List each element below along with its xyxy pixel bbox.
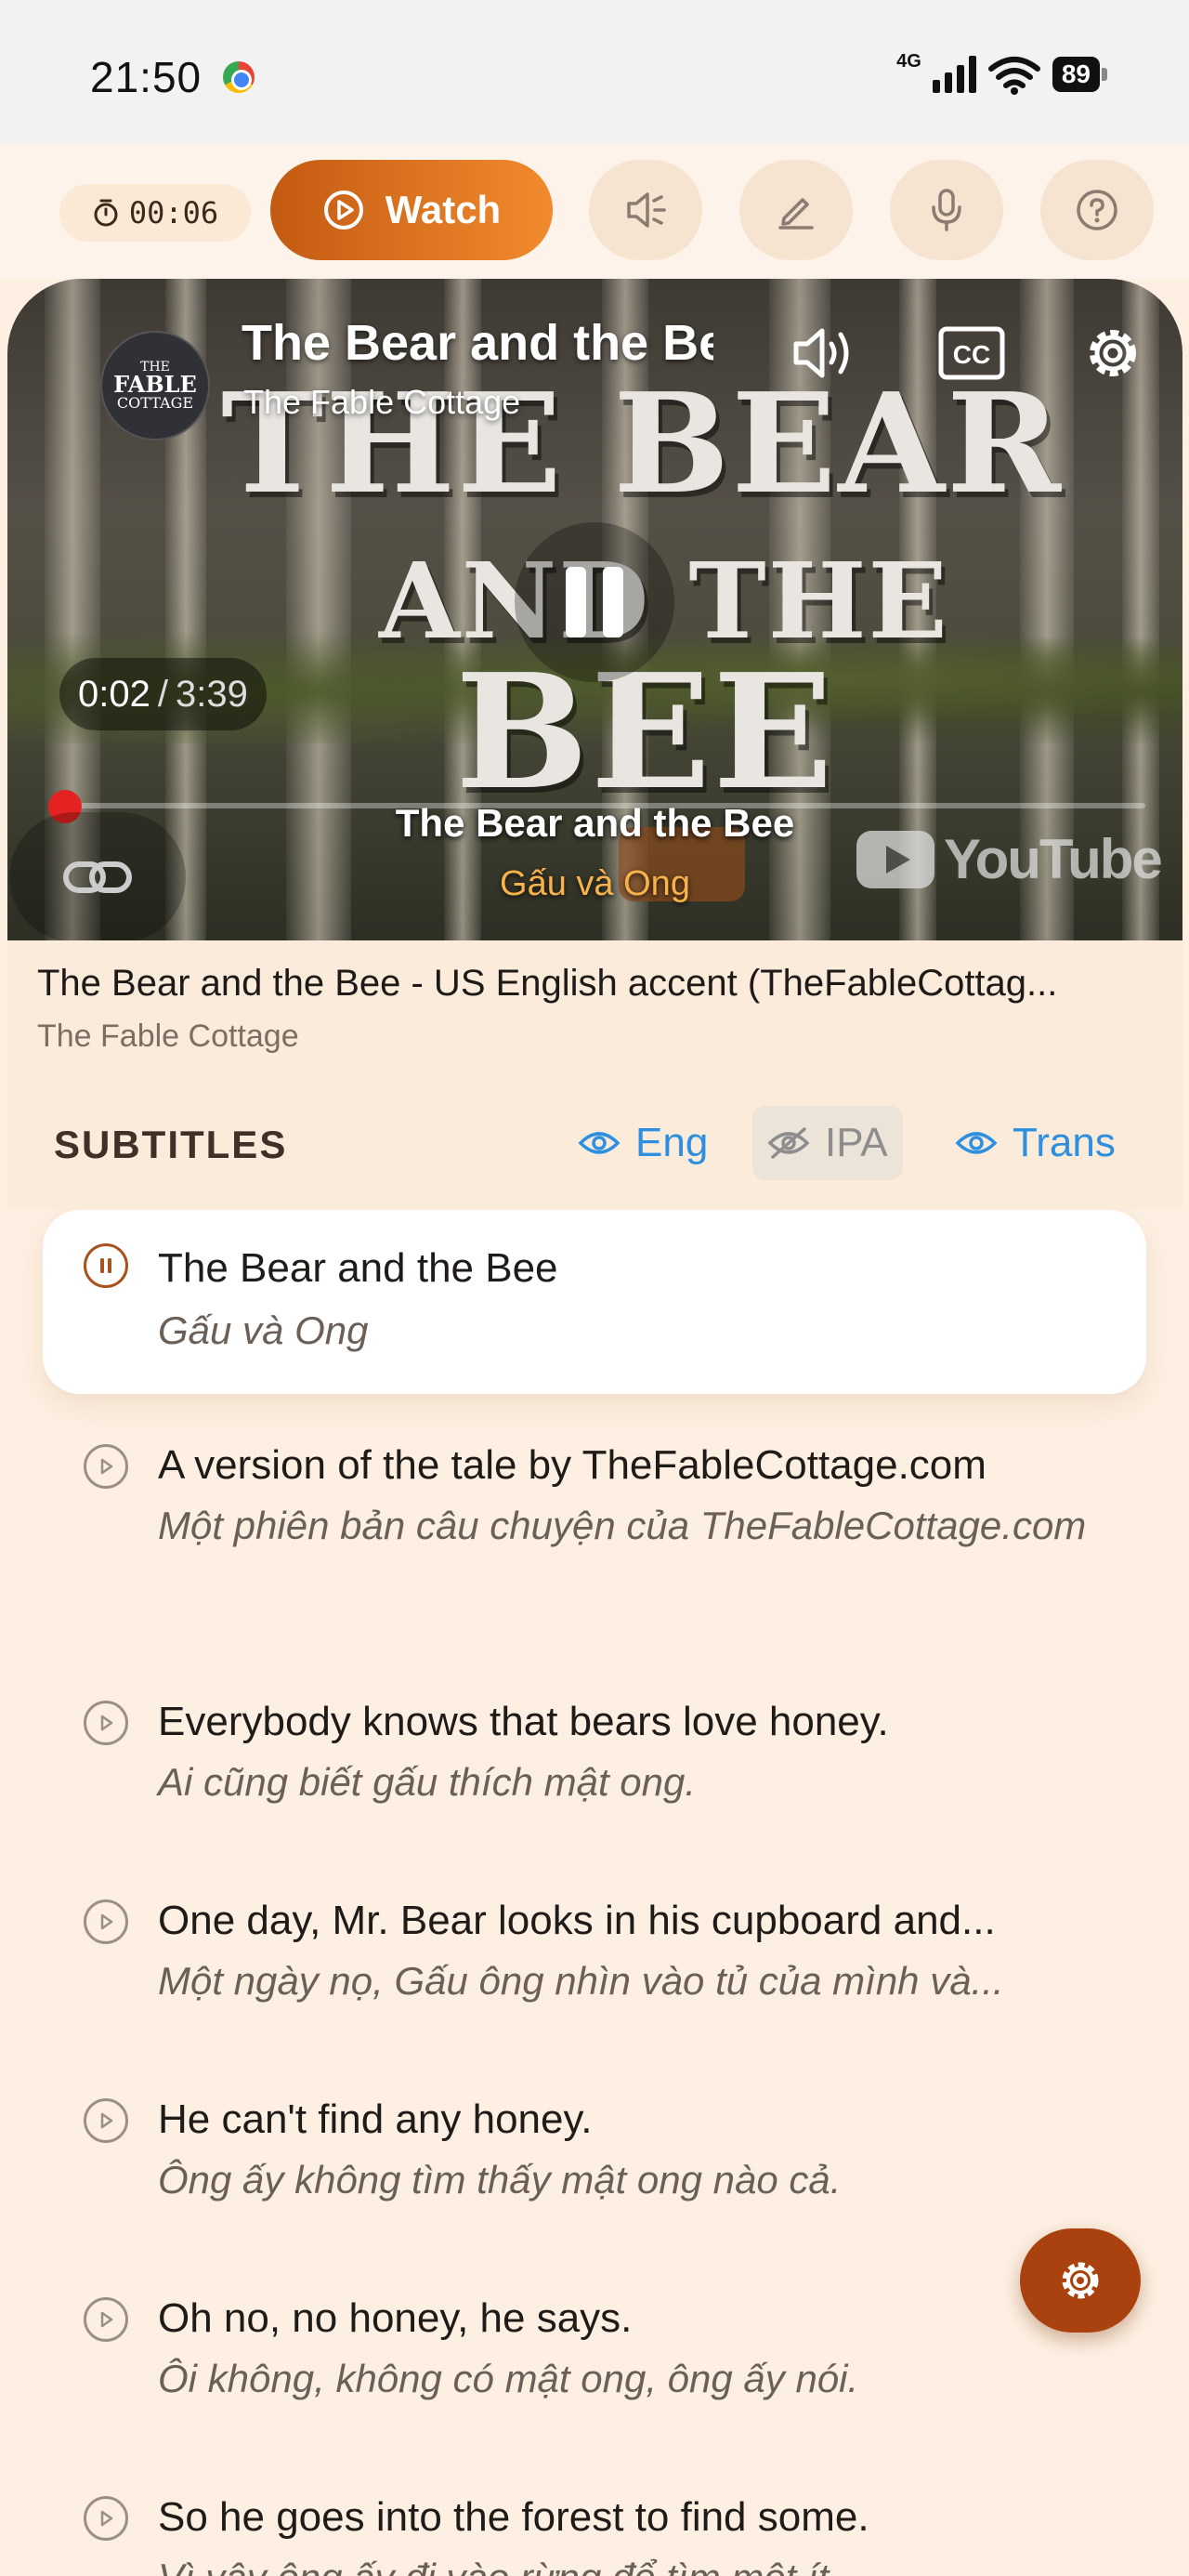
pause-line-icon[interactable] (84, 1243, 128, 1288)
eye-off-icon (767, 1127, 810, 1159)
eye-icon (955, 1132, 998, 1154)
channel-avatar[interactable]: THE FABLE COTTAGE (100, 331, 210, 440)
duration: 3:39 (175, 673, 248, 715)
play-line-icon[interactable] (84, 2098, 128, 2143)
microphone-icon (932, 189, 961, 231)
watch-label: Watch (385, 188, 502, 231)
subtitle-translation: Một phiên bản câu chuyện của TheFableCot… (158, 1504, 1087, 1547)
svg-text:CC: CC (953, 340, 990, 369)
youtube-logo[interactable]: YouTube (856, 827, 1163, 891)
video-info: The Bear and the Bee - US English accent… (7, 940, 1182, 1210)
status-indicators: 4G 89 (896, 50, 1108, 95)
pencil-icon (778, 198, 814, 230)
playback-time: 0:02 / 3:39 (59, 658, 267, 730)
subtitle-translation: Ông ấy không tìm thấy mật ong nào cả. (158, 2158, 842, 2201)
video-info-channel: The Fable Cottage (37, 1019, 299, 1054)
edit-button[interactable] (739, 160, 853, 260)
subtitle-line[interactable]: Everybody knows that bears love honey. A… (43, 1686, 1146, 1834)
speaker-button[interactable] (589, 160, 702, 260)
subtitle-line[interactable]: The Bear and the Bee Gấu và Ong (43, 1210, 1146, 1394)
toggle-trans[interactable]: Trans (940, 1106, 1130, 1180)
subtitle-text: So he goes into the forest to find some. (158, 2494, 869, 2540)
subtitle-translation: Vì vậy ông ấy đi vào rừng để tìm một ít. (158, 2550, 1133, 2576)
microphone-button[interactable] (890, 160, 1003, 260)
play-line-icon[interactable] (84, 1899, 128, 1944)
subtitle-translation: Ai cũng biết gấu thích mật ong. (158, 1760, 697, 1804)
subtitle-translation: Gấu và Ong (158, 1308, 369, 1352)
captions-button[interactable]: CC (934, 316, 1009, 390)
subtitle-line[interactable]: Oh no, no honey, he says. Ôi không, khôn… (43, 2282, 1146, 2431)
subtitles-heading: SUBTITLES (54, 1123, 288, 1166)
signal-icon (932, 56, 976, 93)
subtitle-text: He can't find any honey. (158, 2096, 593, 2142)
subtitle-text: The Bear and the Bee (158, 1245, 558, 1291)
help-button[interactable] (1040, 160, 1154, 260)
timer-value: 00:06 (128, 195, 219, 230)
eye-icon (578, 1132, 621, 1154)
network-type: 4G (896, 50, 921, 72)
play-line-icon[interactable] (84, 1701, 128, 1745)
gear-icon (1062, 2262, 1099, 2299)
timer-icon (94, 199, 118, 227)
video-settings-button[interactable] (1076, 316, 1150, 390)
video-player[interactable]: THE BEAR AND THE BEE THE FABLE COTTAGE T… (7, 279, 1182, 940)
subtitle-line[interactable]: A version of the tale by TheFableCottage… (43, 1429, 1146, 1643)
subtitle-line[interactable]: One day, Mr. Bear looks in his cupboard … (43, 1885, 1146, 2033)
toggle-eng[interactable]: Eng (563, 1106, 723, 1180)
subtitle-line[interactable]: So he goes into the forest to find some.… (43, 2481, 1146, 2576)
floating-settings-button[interactable] (1020, 2228, 1141, 2333)
play-line-icon[interactable] (84, 2297, 128, 2342)
watch-button[interactable]: Watch (270, 160, 553, 260)
captions-icon: CC (938, 326, 1005, 380)
subtitle-translation: Một ngày nọ, Gấu ông nhìn vào tủ của mìn… (158, 1959, 1004, 2003)
wifi-icon (987, 57, 1040, 95)
subtitle-translation: Ôi không, không có mật ong, ông ấy nói. (158, 2357, 859, 2400)
speaker-icon (627, 192, 666, 228)
subtitle-list: The Bear and the Bee Gấu và Ong A versio… (0, 1210, 1189, 2576)
toggle-ipa[interactable]: IPA (752, 1106, 903, 1180)
chrome-icon (223, 61, 255, 93)
subtitle-text: A version of the tale by TheFableCottage… (158, 1442, 986, 1488)
subtitle-text: Everybody knows that bears love honey. (158, 1699, 889, 1744)
current-time: 0:02 (78, 673, 150, 715)
pause-icon (566, 567, 586, 637)
subtitle-text: Oh no, no honey, he says. (158, 2295, 633, 2341)
toolbar: 00:06 Watch (0, 143, 1189, 279)
status-time: 21:50 (90, 53, 203, 101)
volume-button[interactable] (788, 316, 862, 390)
volume-icon (793, 328, 849, 378)
gear-icon (1090, 330, 1136, 376)
play-circle-icon (323, 191, 363, 230)
subtitle-text: One day, Mr. Bear looks in his cupboard … (158, 1898, 996, 1943)
subtitle-line[interactable]: He can't find any honey. Ông ấy không tì… (43, 2083, 1146, 2232)
help-icon (1077, 190, 1117, 230)
artwork-title-line-3: BEE (455, 639, 835, 825)
video-title: The Bear and the Bee (242, 315, 713, 371)
battery-indicator: 89 (1052, 57, 1108, 92)
status-bar: 21:50 4G 89 (0, 0, 1189, 143)
video-full-title: The Bear and the Bee - US English accent… (37, 963, 1058, 1004)
session-timer: 00:06 (59, 184, 251, 242)
video-channel: The Fable Cottage (243, 383, 521, 421)
play-line-icon[interactable] (84, 2496, 128, 2541)
youtube-play-icon (856, 830, 934, 888)
pause-button[interactable] (515, 522, 674, 682)
play-line-icon[interactable] (84, 1444, 128, 1489)
